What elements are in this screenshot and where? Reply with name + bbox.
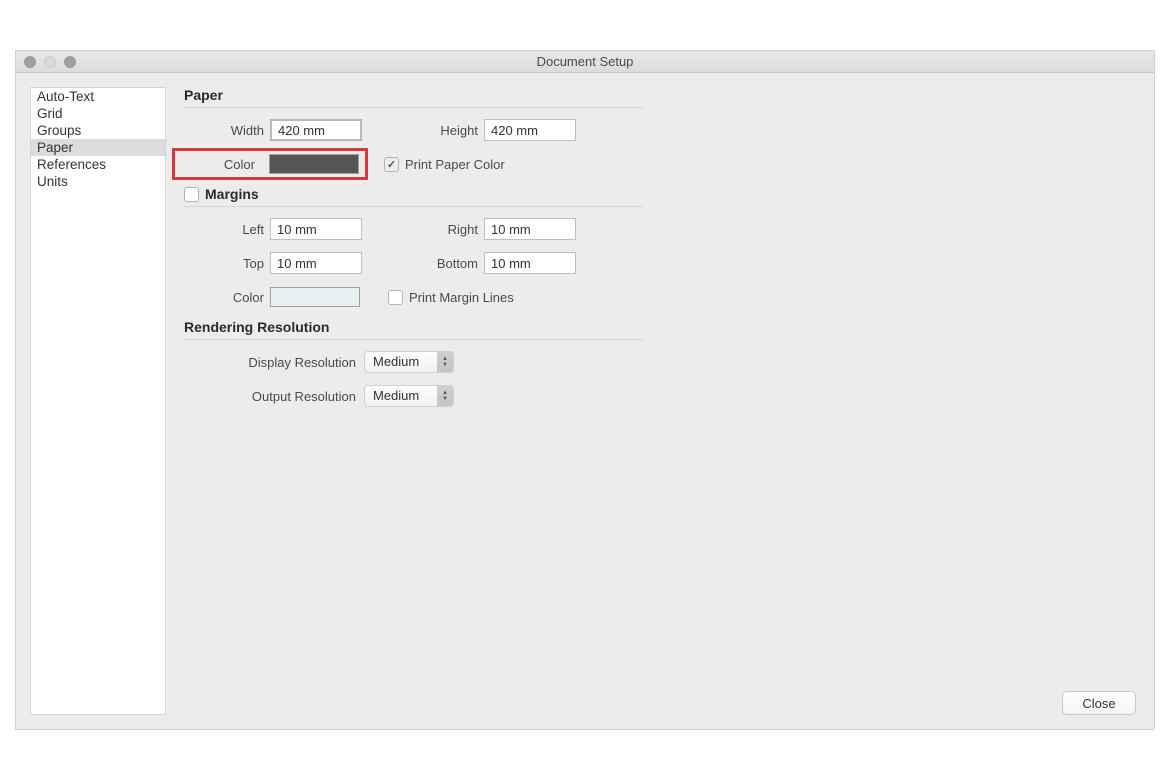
divider — [184, 206, 644, 207]
margins-enable-checkbox[interactable] — [184, 187, 199, 202]
sidebar-item-groups[interactable]: Groups — [31, 122, 165, 139]
chevron-updown-icon: ▲▼ — [437, 386, 453, 406]
margin-color-label: Color — [184, 290, 270, 305]
margins-color-row: Color Print Margin Lines — [184, 285, 1128, 309]
output-resolution-row: Output Resolution Medium ▲▼ — [184, 384, 1128, 408]
margins-lr-row: Left Right — [184, 217, 1128, 241]
width-label: Width — [184, 123, 270, 138]
height-label: Height — [388, 123, 484, 138]
sidebar-item-paper[interactable]: Paper — [31, 139, 165, 156]
left-label: Left — [184, 222, 270, 237]
width-input[interactable] — [270, 119, 362, 141]
sidebar-item-auto-text[interactable]: Auto-Text — [31, 88, 165, 105]
traffic-lights — [24, 56, 76, 68]
print-margin-lines-checkbox[interactable] — [388, 290, 403, 305]
print-paper-color-label: Print Paper Color — [405, 157, 505, 172]
paper-color-row: Color Print Paper Color — [184, 152, 1128, 176]
content-pane: Paper Width Height Color Print Paper Col… — [184, 87, 1140, 715]
margins-section-row: Margins — [184, 186, 1128, 202]
paper-section-header: Paper — [184, 87, 1128, 103]
output-resolution-label: Output Resolution — [184, 389, 364, 404]
paper-color-label: Color — [187, 157, 261, 172]
right-input[interactable] — [484, 218, 576, 240]
display-resolution-row: Display Resolution Medium ▲▼ — [184, 350, 1128, 374]
left-input[interactable] — [270, 218, 362, 240]
titlebar: Document Setup — [16, 51, 1154, 73]
output-resolution-select[interactable]: Medium ▲▼ — [364, 385, 454, 407]
window-body: Auto-Text Grid Groups Paper References U… — [16, 73, 1154, 729]
minimize-window-icon[interactable] — [44, 56, 56, 68]
sidebar-item-references[interactable]: References — [31, 156, 165, 173]
margin-color-swatch[interactable] — [270, 287, 360, 307]
close-window-icon[interactable] — [24, 56, 36, 68]
chevron-updown-icon: ▲▼ — [437, 352, 453, 372]
close-button[interactable]: Close — [1062, 691, 1136, 715]
divider — [184, 107, 644, 108]
top-input[interactable] — [270, 252, 362, 274]
sidebar-item-units[interactable]: Units — [31, 173, 165, 190]
display-resolution-label: Display Resolution — [184, 355, 364, 370]
sidebar-item-grid[interactable]: Grid — [31, 105, 165, 122]
right-label: Right — [388, 222, 484, 237]
sidebar: Auto-Text Grid Groups Paper References U… — [30, 87, 166, 715]
window-title: Document Setup — [16, 54, 1154, 69]
rendering-section-header: Rendering Resolution — [184, 319, 1128, 335]
print-paper-color-checkbox[interactable] — [384, 157, 399, 172]
bottom-input[interactable] — [484, 252, 576, 274]
margins-tb-row: Top Bottom — [184, 251, 1128, 275]
paper-size-row: Width Height — [184, 118, 1128, 142]
height-input[interactable] — [484, 119, 576, 141]
margins-section-header: Margins — [205, 186, 259, 202]
paper-color-swatch[interactable] — [269, 154, 359, 174]
document-setup-window: Document Setup Auto-Text Grid Groups Pap… — [15, 50, 1155, 730]
bottom-label: Bottom — [388, 256, 484, 271]
display-resolution-select[interactable]: Medium ▲▼ — [364, 351, 454, 373]
divider — [184, 339, 644, 340]
maximize-window-icon[interactable] — [64, 56, 76, 68]
print-margin-lines-label: Print Margin Lines — [409, 290, 514, 305]
top-label: Top — [184, 256, 270, 271]
highlighted-color-area: Color — [172, 148, 368, 180]
